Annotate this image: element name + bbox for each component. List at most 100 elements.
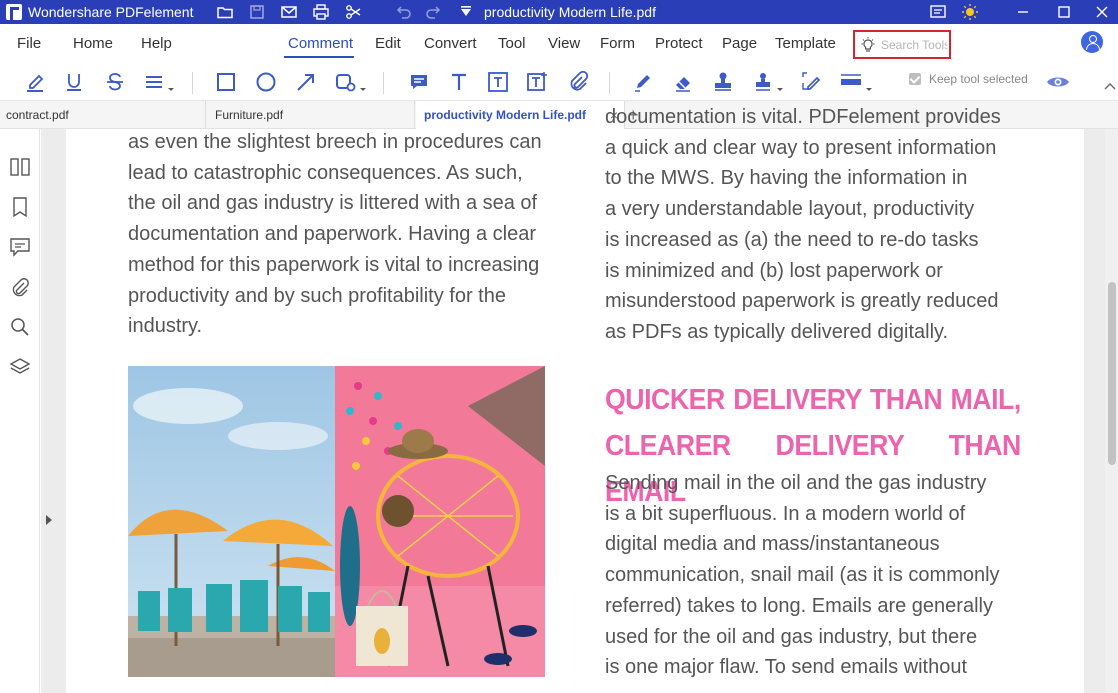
text-line: a very understandable layout, productivi… — [605, 198, 975, 221]
text-box-tool-icon[interactable] — [485, 69, 511, 95]
strikethrough-tool-icon[interactable] — [102, 69, 128, 95]
save-icon[interactable] — [248, 3, 266, 21]
measure-tool-icon[interactable] — [839, 69, 875, 95]
right-column-text-2: Sending mail in the oil and the gas indu… — [605, 468, 1021, 683]
tab-label: contract.pdf — [6, 108, 69, 122]
text-line: the oil and gas industry is littered wit… — [128, 192, 538, 215]
arrow-tool-icon[interactable] — [293, 69, 319, 95]
close-icon[interactable] — [1093, 3, 1111, 21]
tab-label: Furniture.pdf — [215, 108, 284, 122]
comment-icon[interactable] — [9, 236, 31, 258]
text-lines-tool-icon[interactable] — [143, 69, 177, 95]
dropdown-icon[interactable] — [457, 3, 475, 21]
scissors-icon[interactable] — [344, 3, 362, 21]
collapse-ribbon-icon[interactable] — [1104, 82, 1116, 92]
search-tools-input[interactable] — [881, 37, 947, 53]
text-line: communication, snail mail (as it is comm… — [605, 564, 1000, 587]
attachment-tool-icon[interactable] — [565, 69, 591, 95]
search-icon[interactable] — [9, 316, 31, 338]
text-line: used for the oil and gas industry, but t… — [605, 625, 978, 648]
stamp-tool-icon[interactable] — [710, 69, 736, 95]
text-line: to the MWS. By having the information in — [605, 167, 968, 190]
ellipse-tool-icon[interactable] — [253, 69, 279, 95]
message-icon[interactable] — [929, 3, 947, 21]
text-line: a quick and clear way to present informa… — [605, 136, 997, 159]
scrollbar-thumb[interactable] — [1108, 282, 1116, 465]
text-line: referred) takes to long. Emails are gene… — [605, 594, 993, 617]
layers-icon[interactable] — [9, 356, 31, 378]
highlight-tool-icon[interactable] — [22, 69, 48, 95]
rectangle-tool-icon[interactable] — [213, 69, 239, 95]
menu-form[interactable]: Form — [600, 35, 635, 52]
title-bar: Wondershare PDFelement productivity Mode… — [0, 0, 1118, 24]
menu-page[interactable]: Page — [722, 35, 757, 52]
menu-template[interactable]: Template — [775, 35, 836, 52]
app-name: Wondershare PDFelement — [28, 4, 194, 20]
tab-contract[interactable]: contract.pdf — [0, 101, 206, 129]
text-line: digital media and mass/instantaneous — [605, 533, 940, 556]
text-line: lead to catastrophic consequences. As su… — [128, 161, 523, 184]
menu-help[interactable]: Help — [141, 35, 172, 52]
area-highlight-tool-icon[interactable] — [799, 69, 825, 95]
underline-tool-icon[interactable] — [61, 69, 87, 95]
folder-icon[interactable] — [216, 3, 234, 21]
minimize-icon[interactable] — [1014, 3, 1032, 21]
bookmark-icon[interactable] — [9, 196, 31, 218]
maximize-icon[interactable] — [1055, 3, 1073, 21]
attachment-icon[interactable] — [9, 277, 31, 299]
thumbnail-icon[interactable] — [9, 156, 31, 178]
mail-icon[interactable] — [280, 3, 298, 21]
typewriter-tool-icon[interactable] — [446, 69, 472, 95]
text-line: productivity and by such profitability f… — [128, 284, 506, 307]
text-callout-tool-icon[interactable] — [524, 69, 550, 95]
pencil-tool-icon[interactable] — [630, 69, 656, 95]
text-line: documentation and paperwork. Having a cl… — [128, 223, 537, 246]
right-column-text: documentation is vital. PDFelement provi… — [605, 106, 1021, 348]
checkbox-icon[interactable] — [909, 73, 921, 85]
text-line: is one major flaw. To send emails withou… — [605, 656, 968, 679]
menu-comment[interactable]: Comment — [288, 35, 353, 52]
left-sidebar — [0, 129, 40, 693]
menu-home[interactable]: Home — [73, 35, 113, 52]
toolbar-separator — [383, 72, 384, 94]
eye-icon[interactable] — [1045, 69, 1071, 95]
sticky-note-tool-icon[interactable] — [406, 69, 432, 95]
tab-productivity-modern-life[interactable]: productivity Modern Life.pdf × — [416, 101, 625, 129]
sun-icon[interactable] — [961, 3, 979, 21]
text-line: as even the slightest breech in procedur… — [128, 131, 542, 153]
signature-tool-icon[interactable] — [750, 69, 786, 95]
menu-convert[interactable]: Convert — [424, 35, 477, 52]
undo-icon[interactable] — [394, 3, 412, 21]
text-line: as PDFs as typically delivered digitally… — [605, 320, 949, 343]
menu-tool[interactable]: Tool — [498, 35, 526, 52]
comment-toolbar: Keep tool selected — [0, 64, 1118, 100]
expand-left-panel-icon[interactable] — [46, 515, 52, 525]
shape-tool-icon[interactable] — [333, 69, 369, 95]
document-photo — [128, 366, 545, 677]
text-line: industry. — [128, 315, 203, 338]
menu-file[interactable]: File — [17, 35, 41, 52]
menu-bar: File Home Help Comment Edit Convert Tool… — [0, 24, 1118, 64]
menu-view[interactable]: View — [548, 35, 580, 52]
search-tools-box[interactable] — [853, 30, 951, 59]
toolbar-separator — [192, 72, 193, 94]
app-logo-icon — [6, 4, 22, 20]
print-icon[interactable] — [312, 3, 330, 21]
tab-label: productivity Modern Life.pdf — [424, 108, 586, 122]
text-line: is a bit superfluous. In a modern world … — [605, 502, 966, 525]
text-line: method for this paperwork is vital to in… — [128, 253, 540, 276]
text-line: documentation is vital. PDFelement provi… — [605, 106, 1001, 128]
document-title: productivity Modern Life.pdf — [484, 4, 656, 20]
heading-line: QUICKER DELIVERY THAN MAIL, — [605, 384, 1021, 416]
tab-furniture[interactable]: Furniture.pdf — [207, 101, 415, 129]
lightbulb-icon — [861, 37, 875, 52]
eraser-tool-icon[interactable] — [670, 69, 696, 95]
user-avatar-icon[interactable] — [1081, 31, 1103, 53]
menu-protect[interactable]: Protect — [655, 35, 703, 52]
text-line: Sending mail in the oil and the gas indu… — [605, 472, 987, 494]
redo-icon[interactable] — [425, 3, 443, 21]
beach-and-chair-photo — [128, 366, 545, 677]
keep-tool-selected-checkbox[interactable]: Keep tool selected — [909, 72, 1028, 90]
active-menu-underline — [284, 56, 354, 58]
menu-edit[interactable]: Edit — [375, 35, 401, 52]
